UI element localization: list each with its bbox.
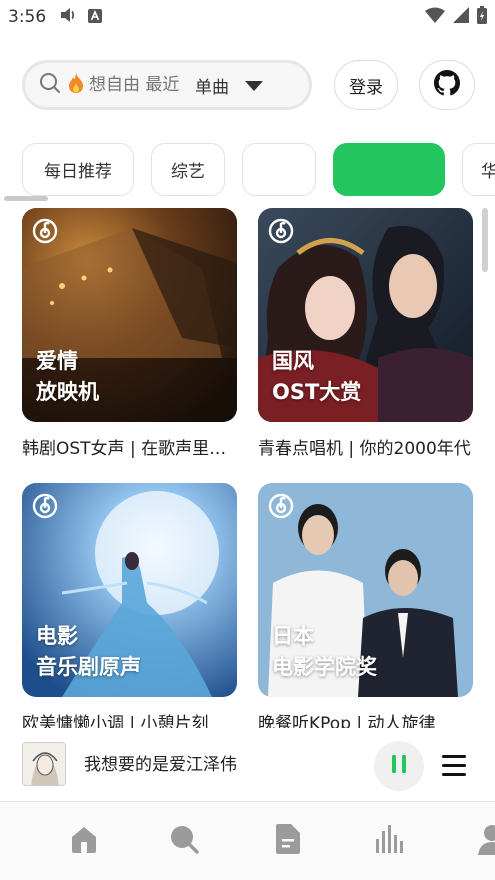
github-button[interactable]: [419, 60, 475, 110]
search-input[interactable]: [89, 75, 181, 95]
playlist-card[interactable]: 爱情 放映机 韩剧OST女声 | 在歌声里体会爱情: [22, 208, 237, 459]
nav-library[interactable]: [270, 823, 306, 859]
nav-charts[interactable]: [372, 823, 408, 859]
bottom-nav: [0, 803, 495, 880]
search-row: 单曲 登录: [22, 60, 477, 110]
search-icon: [168, 823, 200, 859]
cover-label: 日本 电影学院奖: [272, 624, 377, 679]
playlist-cover[interactable]: 电影 音乐剧原声: [22, 483, 237, 697]
search-icon: [39, 72, 61, 98]
cover-label: 爱情 放映机: [36, 349, 99, 404]
caret-down-icon[interactable]: [245, 76, 263, 95]
volume-icon: [60, 7, 78, 27]
search-box[interactable]: 单曲: [22, 60, 312, 110]
netease-logo-icon: [268, 493, 294, 519]
now-playing-artwork[interactable]: [22, 742, 66, 786]
nav-home[interactable]: [66, 823, 102, 859]
cover-label: 电影 音乐剧原声: [36, 624, 141, 679]
playlist-cover[interactable]: 国风 OST大赏: [258, 208, 473, 422]
playlist-queue-button[interactable]: [440, 750, 468, 780]
netease-logo-icon: [268, 218, 294, 244]
chip-empty[interactable]: [242, 143, 316, 196]
document-icon: [273, 823, 303, 859]
vertical-scrollbar[interactable]: [482, 208, 488, 272]
status-time: 3:56: [8, 7, 47, 27]
chip-active[interactable]: [333, 143, 445, 196]
pause-icon: [391, 754, 407, 778]
chip-daily-recommend[interactable]: 每日推荐: [22, 143, 134, 196]
playlist-card[interactable]: 国风 OST大赏 青春点唱机 | 你的2000年代: [258, 208, 473, 459]
fire-icon: [67, 72, 85, 98]
netease-logo-icon: [32, 493, 58, 519]
playlist-card[interactable]: 日本 电影学院奖 晚餐听KPop | 动人旋律: [258, 483, 473, 734]
search-type-label[interactable]: 单曲: [195, 73, 229, 98]
bar-chart-icon: [374, 823, 406, 859]
playlist-cover[interactable]: 爱情 放映机: [22, 208, 237, 422]
nav-search[interactable]: [166, 823, 202, 859]
pause-button[interactable]: [374, 741, 424, 791]
app-notification-icon: [88, 8, 103, 27]
cover-label: 国风 OST大赏: [272, 349, 362, 404]
user-icon: [476, 823, 495, 859]
playlist-cover[interactable]: 日本 电影学院奖: [258, 483, 473, 697]
netease-logo-icon: [32, 218, 58, 244]
status-bar: 3:56: [0, 0, 495, 34]
now-playing-bar[interactable]: 我想要的是爱江泽伟: [0, 728, 495, 802]
now-playing-title[interactable]: 我想要的是爱江泽伟: [84, 750, 237, 775]
nav-profile[interactable]: [474, 823, 495, 859]
login-button[interactable]: 登录: [334, 60, 398, 110]
github-icon: [434, 70, 460, 100]
playlist-card[interactable]: 电影 音乐剧原声 欧美慵懒小调 | 小憩片刻: [22, 483, 237, 734]
category-chips: 每日推荐 综艺 华: [22, 143, 495, 197]
horizontal-scroll-indicator: [4, 196, 48, 201]
chip-variety[interactable]: 综艺: [151, 143, 225, 196]
playlist-title[interactable]: 韩剧OST女声 | 在歌声里体会爱情: [22, 434, 237, 459]
battery-icon: [477, 6, 487, 28]
wifi-icon: [425, 7, 445, 27]
chip-chinese[interactable]: 华: [462, 143, 495, 196]
home-icon: [68, 823, 100, 859]
signal-icon: [453, 7, 469, 27]
playlist-title[interactable]: 青春点唱机 | 你的2000年代: [258, 434, 473, 459]
menu-icon: [440, 755, 468, 784]
